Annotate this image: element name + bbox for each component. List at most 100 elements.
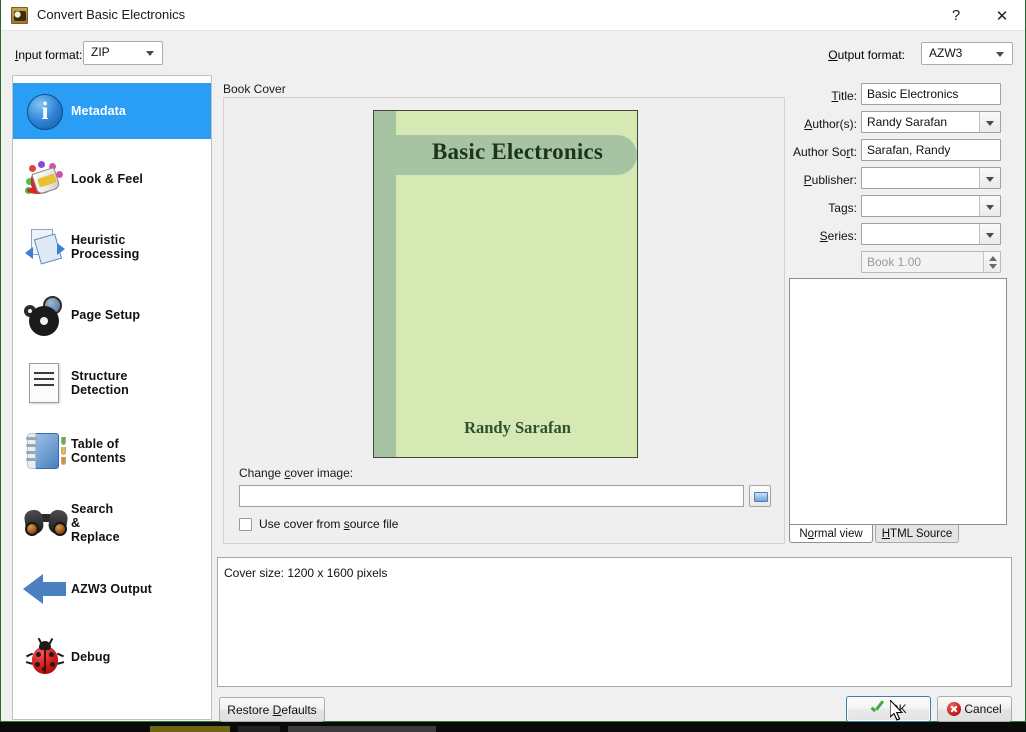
sidebar-item-label: Page Setup (71, 308, 141, 322)
binoculars-icon (19, 500, 71, 546)
author-sort-field[interactable]: Sarafan, Randy (861, 139, 1001, 161)
tab-html-source[interactable]: HTML Source (875, 525, 959, 543)
input-format-value: ZIP (91, 45, 110, 59)
convert-dialog-window: Convert Basic Electronics ? ✕ Input form… (0, 0, 1026, 722)
title-field-label: Title: (831, 89, 857, 103)
comments-tabstrip: Normal view HTML Source (789, 525, 1007, 543)
output-format-label: Output format: (828, 48, 905, 62)
series-index-value: Book 1.00 (867, 255, 922, 269)
cancel-button-label: Cancel (964, 702, 1002, 716)
desktop-taskbar-strip (0, 722, 1026, 732)
series-field[interactable] (861, 223, 1001, 245)
ok-button-label: OK (889, 702, 907, 716)
chevron-down-icon (146, 51, 154, 56)
book-cover-image[interactable]: Basic Electronics Randy Sarafan (373, 110, 638, 458)
cancel-button[interactable]: Cancel (937, 696, 1012, 722)
input-format-label: Input format: (15, 48, 83, 62)
sidebar-item-azw3-output[interactable]: AZW3 Output (13, 561, 211, 617)
author-sort-field-value: Sarafan, Randy (867, 143, 951, 157)
tags-field-label: Tags: (828, 201, 857, 215)
sidebar-item-metadata[interactable]: Metadata (13, 83, 211, 139)
use-source-cover-checkbox[interactable] (239, 517, 252, 531)
use-source-cover-label: Use cover from source file (259, 517, 399, 531)
authors-field-label: Author(s): (804, 117, 857, 131)
book-cover-group-label: Book Cover (223, 82, 286, 96)
cover-size-status: Cover size: 1200 x 1600 pixels (224, 566, 388, 580)
tab-normal-view-label: Normal view (799, 527, 863, 540)
cover-title-text: Basic Electronics (432, 139, 603, 164)
use-source-cover-row[interactable]: Use cover from source file (239, 516, 398, 532)
browse-cover-button[interactable] (749, 485, 771, 507)
series-field-label: Series: (819, 229, 857, 243)
sidebar-item-structure-detection[interactable]: Structure Detection (13, 355, 211, 411)
sidebar-item-label: Table of Contents (71, 437, 126, 465)
folder-icon (754, 492, 768, 502)
title-field-value: Basic Electronics (867, 87, 959, 101)
chevron-down-icon[interactable] (979, 112, 1000, 132)
input-format-label-text: nput format: (18, 48, 83, 62)
cover-path-input[interactable] (239, 485, 744, 507)
cover-author-text: Randy Sarafan (464, 418, 571, 437)
series-index-field[interactable]: Book 1.00 (861, 251, 1001, 273)
help-button[interactable]: ? (933, 0, 979, 31)
publisher-field[interactable] (861, 167, 1001, 189)
sidebar-item-label: Heuristic Processing (71, 233, 140, 261)
settings-sidebar[interactable]: Metadata Look & Feel Heuristic Pr (12, 75, 212, 720)
pages-rotate-icon (19, 224, 71, 270)
tab-html-source-label: HTML Source (881, 527, 953, 540)
sidebar-item-heuristic-processing[interactable]: Heuristic Processing (13, 219, 211, 275)
gears-icon (19, 292, 71, 338)
sidebar-item-label: Debug (71, 650, 111, 664)
ladybug-icon (19, 634, 71, 680)
input-format-combo[interactable]: ZIP (83, 41, 163, 65)
ok-button[interactable]: OK (846, 696, 931, 722)
sidebar-item-search-and-replace[interactable]: Search & Replace (13, 488, 211, 558)
sidebar-item-debug[interactable]: Debug (13, 629, 211, 685)
document-lines-icon (19, 360, 71, 406)
notebook-icon (19, 428, 71, 474)
paint-bucket-icon (19, 156, 71, 202)
sidebar-item-look-and-feel[interactable]: Look & Feel (13, 151, 211, 207)
output-format-value: AZW3 (929, 46, 963, 60)
chevron-down-icon[interactable] (979, 168, 1000, 188)
sidebar-item-label: Structure Detection (71, 369, 129, 397)
stepper-down-icon[interactable] (989, 264, 997, 269)
series-index-stepper[interactable] (983, 252, 1000, 272)
left-arrow-icon (19, 566, 71, 612)
close-circle-icon (947, 702, 962, 716)
check-icon (870, 703, 885, 716)
info-icon (19, 88, 71, 134)
sidebar-item-label: Search & Replace (71, 502, 120, 544)
title-bar: Convert Basic Electronics ? ✕ (1, 0, 1025, 31)
restore-defaults-label: Restore Defaults (227, 702, 317, 717)
sidebar-item-label: Look & Feel (71, 172, 143, 186)
tags-field[interactable] (861, 195, 1001, 217)
output-format-combo[interactable]: AZW3 (921, 42, 1013, 65)
author-sort-field-label: Author Sort: (792, 145, 857, 159)
authors-field-value: Randy Sarafan (867, 115, 948, 129)
title-field[interactable]: Basic Electronics (861, 83, 1001, 105)
sidebar-item-table-of-contents[interactable]: Table of Contents (13, 423, 211, 479)
taskbar-segment (238, 726, 280, 732)
status-panel: Cover size: 1200 x 1600 pixels (217, 557, 1012, 687)
sidebar-item-page-setup[interactable]: Page Setup (13, 287, 211, 343)
output-format-label-text: utput format: (837, 48, 905, 62)
chevron-down-icon (996, 52, 1004, 57)
taskbar-segment (288, 726, 436, 732)
sidebar-item-label: Metadata (71, 104, 126, 118)
restore-defaults-button[interactable]: Restore Defaults (219, 697, 325, 722)
chevron-down-icon[interactable] (979, 224, 1000, 244)
authors-field[interactable]: Randy Sarafan (861, 111, 1001, 133)
publisher-field-label: Publisher: (803, 173, 857, 187)
calibre-app-icon (11, 7, 28, 24)
stepper-up-icon[interactable] (989, 256, 997, 261)
window-title: Convert Basic Electronics (37, 7, 186, 22)
comments-editor[interactable] (789, 278, 1007, 525)
sidebar-item-label: AZW3 Output (71, 582, 152, 596)
chevron-down-icon[interactable] (979, 196, 1000, 216)
taskbar-segment (150, 726, 230, 732)
close-button[interactable]: ✕ (979, 0, 1025, 31)
change-cover-label: Change cover image: (239, 466, 354, 480)
tab-normal-view[interactable]: Normal view (789, 525, 873, 543)
application-root: Convert Basic Electronics ? ✕ Input form… (0, 0, 1026, 732)
